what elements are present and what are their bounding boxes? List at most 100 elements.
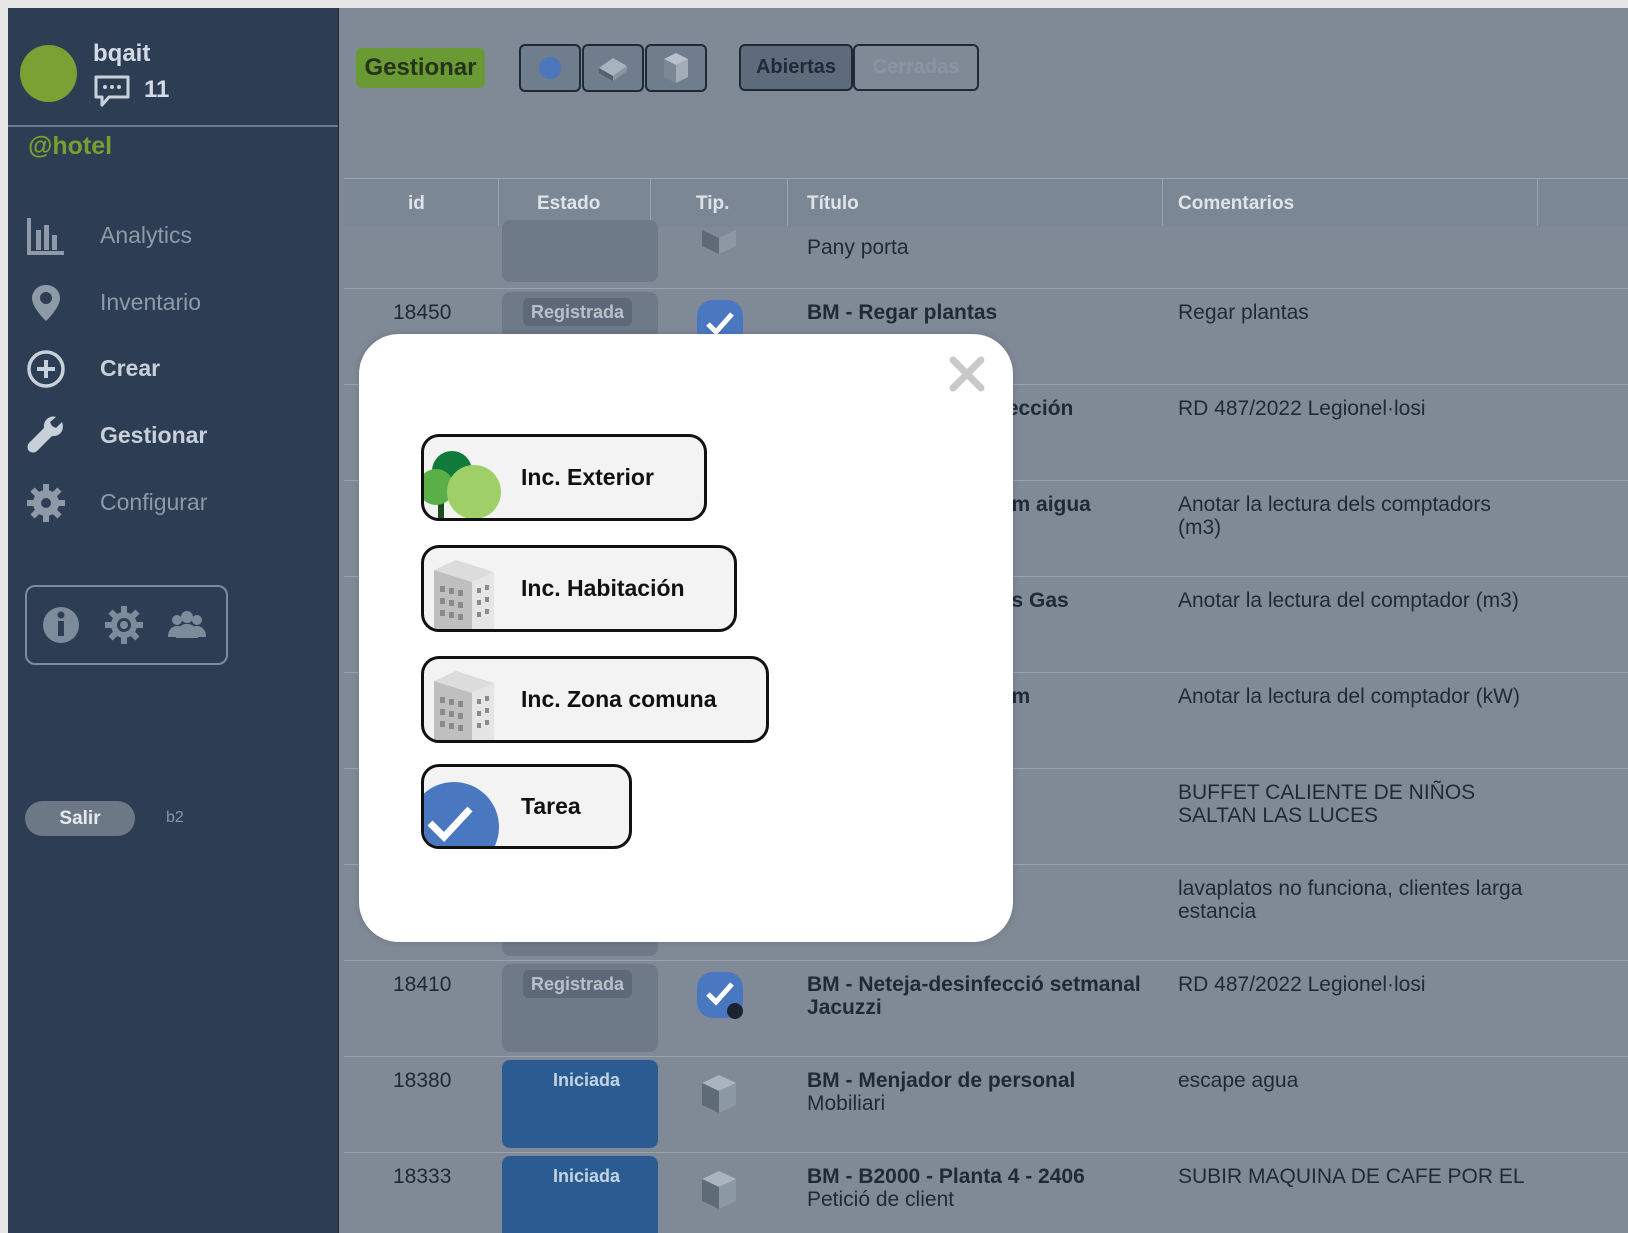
row-title: BM - Neteja-desinfecció setmanal Jacuzzi <box>807 973 1157 1019</box>
row-comment: Anotar la lectura dels comptadors (m3) <box>1178 493 1491 539</box>
nav-label: Inventario <box>100 289 202 315</box>
chat-icon[interactable] <box>93 74 131 108</box>
table-row[interactable]: 18410 Registrada BM - Neteja-desinfecció… <box>344 961 1628 1057</box>
nav-item-crear[interactable]: Crear <box>26 347 326 391</box>
users-icon[interactable] <box>167 605 207 645</box>
nav-label: Crear <box>100 355 161 381</box>
location-pin-icon <box>32 285 60 321</box>
logout-button[interactable]: Salir <box>25 801 135 836</box>
building-small-icon <box>599 58 627 81</box>
nav-label: Gestionar <box>100 422 208 448</box>
row-comment: lavaplatos no funciona, clientes larga e… <box>1178 877 1523 923</box>
status-badge: Registrada <box>523 970 633 998</box>
building-type-icon <box>702 1171 736 1209</box>
status-cell <box>502 220 658 282</box>
row-comment: Regar plantas <box>1178 301 1309 324</box>
status-cell: Registrada <box>502 964 658 1052</box>
row-title: BM - Regar plantas <box>807 301 1157 324</box>
header-comentarios[interactable]: Comentarios <box>1178 193 1294 215</box>
row-subtitle: Mobiliari <box>807 1092 886 1115</box>
header-id[interactable]: id <box>408 193 425 215</box>
column-divider <box>650 178 651 226</box>
row-subtitle: Pany porta <box>807 236 909 259</box>
column-divider <box>1162 178 1163 226</box>
org-name[interactable]: @hotel <box>28 132 112 161</box>
header-tipo[interactable]: Tip. <box>696 193 729 215</box>
option-label: Inc. Habitación <box>521 575 685 601</box>
row-comment: Anotar la lectura del comptador (m3) <box>1178 589 1519 612</box>
building-type-icon <box>702 230 736 254</box>
status-cell: Iniciada <box>502 1060 658 1148</box>
nav-item-analytics[interactable]: Analytics <box>26 214 326 258</box>
row-id: 18410 <box>393 973 452 996</box>
settings-icon[interactable] <box>104 605 144 645</box>
option-inc-zona-comuna[interactable]: Inc. Zona comuna <box>421 656 769 743</box>
header-titulo[interactable]: Título <box>807 193 859 215</box>
avatar[interactable] <box>20 45 77 102</box>
sidebar-divider <box>8 125 338 127</box>
option-tarea[interactable]: Tarea <box>421 764 632 849</box>
quick-tools <box>25 585 228 665</box>
nav-item-inventario[interactable]: Inventario <box>26 281 326 325</box>
tab-abiertas[interactable]: Abiertas <box>739 44 853 91</box>
filter-button-exterior[interactable] <box>582 44 644 92</box>
status-badge: Iniciada <box>553 1166 621 1186</box>
option-inc-habitacion[interactable]: Inc. Habitación <box>421 545 737 632</box>
row-subtitle: Petició de client <box>807 1188 955 1211</box>
nav-label: Configurar <box>100 489 208 515</box>
row-comment: RD 487/2022 Legionel·losi <box>1178 973 1426 996</box>
column-divider <box>498 178 499 226</box>
row-comment: escape agua <box>1178 1069 1299 1092</box>
nav-label: Analytics <box>100 222 193 248</box>
table-row[interactable]: Pany porta <box>344 220 1628 289</box>
create-type-modal: Inc. Exterior Inc. Habitación Inc. Zona … <box>359 334 1013 942</box>
dot-icon <box>539 57 561 79</box>
row-title: BM - B2000 - Planta 4 - 2406 Petició de … <box>807 1165 1157 1211</box>
row-comment: RD 487/2022 Legionel·losi <box>1178 397 1426 420</box>
nav-item-configurar[interactable]: Configurar <box>26 481 326 525</box>
row-comment: SUBIR MAQUINA DE CAFE POR EL <box>1178 1165 1525 1188</box>
sidebar: bqait 11 @hotel Analytics Inventario Cre… <box>8 8 339 1233</box>
option-label: Inc. Zona comuna <box>521 686 717 712</box>
header-estado[interactable]: Estado <box>537 193 600 215</box>
status-badge: Iniciada <box>553 1070 621 1090</box>
table-row[interactable]: 18380 Iniciada BM - Menjador de personal… <box>344 1057 1628 1153</box>
status-badge: Registrada <box>523 298 633 326</box>
bar-chart-icon <box>27 218 64 255</box>
table-row[interactable]: 18333 Iniciada BM - B2000 - Planta 4 - 2… <box>344 1153 1628 1233</box>
row-title-text: BM - B2000 - Planta 4 - 2406 <box>807 1165 1085 1188</box>
wrench-icon <box>27 416 63 453</box>
row-title-text: BM - Regar plantas <box>807 301 998 324</box>
row-id: 18333 <box>393 1165 452 1188</box>
option-inc-exterior[interactable]: Inc. Exterior <box>421 434 707 521</box>
trees-icon <box>424 451 501 518</box>
gear-icon <box>27 484 65 522</box>
filter-button-tasks[interactable] <box>519 44 581 92</box>
app-window: bqait 11 @hotel Analytics Inventario Cre… <box>8 8 1628 1233</box>
tab-cerradas[interactable]: Cerradas <box>853 44 979 91</box>
row-comment: BUFFET CALIENTE DE NIÑOS SALTAN LAS LUCE… <box>1178 781 1476 827</box>
close-icon[interactable] <box>947 354 987 394</box>
info-icon[interactable] <box>41 605 81 645</box>
task-type-icon <box>697 972 743 1019</box>
option-label: Inc. Exterior <box>521 464 654 490</box>
mode-badge[interactable]: Gestionar <box>356 48 485 88</box>
row-title: BM - Menjador de personal Mobiliari <box>807 1069 1157 1115</box>
row-id: 18380 <box>393 1069 452 1092</box>
column-divider <box>787 178 788 226</box>
column-divider <box>1537 178 1538 226</box>
plus-circle-icon <box>27 350 65 388</box>
nav-item-gestionar[interactable]: Gestionar <box>26 414 326 458</box>
building-small-icon <box>664 53 688 83</box>
row-id: 18450 <box>393 301 452 324</box>
version-label: b2 <box>166 809 184 826</box>
row-title-text: BM - Menjador de personal <box>807 1069 1076 1092</box>
check-task-icon <box>424 782 499 846</box>
message-count: 11 <box>144 76 170 103</box>
user-name: bqait <box>93 40 151 67</box>
filter-button-rooms[interactable] <box>645 44 707 92</box>
building-type-icon <box>702 1075 736 1113</box>
status-cell: Iniciada <box>502 1156 658 1233</box>
row-title-text: BM - Neteja-desinfecció setmanal Jacuzzi <box>807 973 1141 1019</box>
building-icon <box>434 671 494 740</box>
